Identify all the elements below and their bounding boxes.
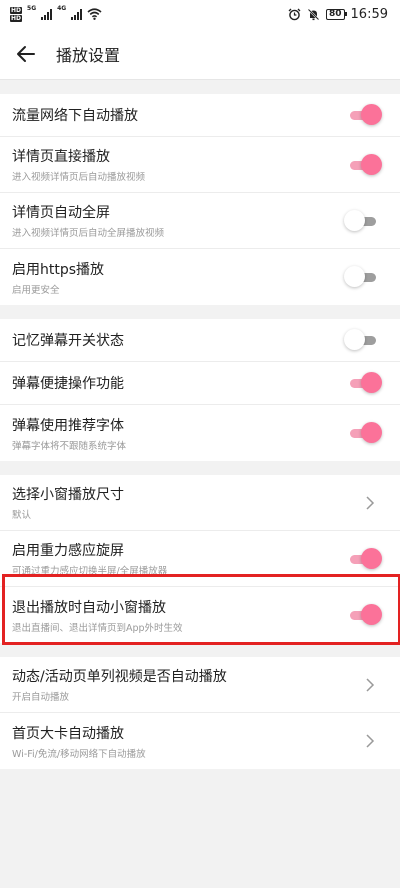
wifi-icon xyxy=(87,8,102,20)
https-toggle[interactable] xyxy=(344,266,378,288)
network-type-label: 4G xyxy=(57,4,67,12)
setting-subtitle: Wi-Fi/免流/移动网络下自动播放 xyxy=(12,748,146,760)
settings-section-miniplayer: 选择小窗播放尺寸 默认 启用重力感应旋屏 可通过重力感应切换半屏/全屏播放器 退… xyxy=(0,475,400,643)
battery-indicator: 80 xyxy=(326,8,347,20)
setting-row-dynamic-autoplay[interactable]: 动态/活动页单列视频是否自动播放 开启自动播放 xyxy=(0,657,400,713)
setting-title: 启用https播放 xyxy=(12,261,105,278)
setting-subtitle: 进入视频详情页后自动全屏播放视频 xyxy=(12,228,165,239)
setting-title: 首页大卡自动播放 xyxy=(12,725,124,742)
hd-badge: HD xyxy=(10,14,23,22)
alarm-icon xyxy=(288,8,301,20)
status-left: HD HD 5G 4G xyxy=(10,4,102,22)
setting-row-gravity-rotate[interactable]: 启用重力感应旋屏 可通过重力感应切换半屏/全屏播放器 xyxy=(0,531,400,587)
setting-title: 记忆弹幕开关状态 xyxy=(12,333,124,349)
setting-row-homecard-autoplay[interactable]: 首页大卡自动播放 Wi-Fi/免流/移动网络下自动播放 xyxy=(0,713,400,769)
mute-bell-icon xyxy=(307,8,320,20)
setting-row-https[interactable]: 启用https播放 启用更安全 xyxy=(0,249,400,305)
page-title: 播放设置 xyxy=(56,45,121,65)
setting-subtitle: 退出直播间、退出详情页到App外时生效 xyxy=(12,622,183,634)
back-arrow-icon[interactable] xyxy=(14,42,38,66)
app-header: 播放设置 xyxy=(0,28,400,80)
status-right: 80 16:59 xyxy=(288,7,388,22)
setting-title: 弹幕使用推荐字体 xyxy=(12,417,124,434)
setting-subtitle: 开启自动播放 xyxy=(12,692,70,703)
signal-icon xyxy=(71,8,83,20)
setting-row-exit-mini[interactable]: 退出播放时自动小窗播放 退出直播间、退出详情页到App外时生效 xyxy=(0,587,400,643)
setting-row-danmaku-memory[interactable]: 记忆弹幕开关状态 xyxy=(0,319,400,362)
setting-title: 详情页直接播放 xyxy=(12,149,110,165)
network-type-label: 5G xyxy=(27,4,37,12)
hd-badge: HD xyxy=(10,6,23,14)
setting-title: 流量网络下自动播放 xyxy=(12,108,138,124)
exit-mini-toggle[interactable] xyxy=(348,604,382,626)
setting-title: 弹幕便捷操作功能 xyxy=(12,376,124,392)
setting-subtitle: 启用更安全 xyxy=(12,284,60,296)
danmaku-memory-toggle[interactable] xyxy=(344,329,378,351)
setting-subtitle: 默认 xyxy=(12,510,32,521)
setting-title: 启用重力感应旋屏 xyxy=(12,543,124,559)
setting-title: 动态/活动页单列视频是否自动播放 xyxy=(12,669,227,685)
detail-fullscreen-toggle[interactable] xyxy=(344,209,378,232)
setting-row-detail-direct-play[interactable]: 详情页直接播放 进入视频详情页后自动播放视频 xyxy=(0,137,400,193)
setting-row-danmaku-font[interactable]: 弹幕使用推荐字体 弹幕字体将不跟随系统字体 xyxy=(0,405,400,461)
mobile-autoplay-toggle[interactable] xyxy=(348,104,382,126)
settings-section-autoplay: 动态/活动页单列视频是否自动播放 开启自动播放 首页大卡自动播放 Wi-Fi/免… xyxy=(0,657,400,769)
status-bar: HD HD 5G 4G 80 16:59 xyxy=(0,0,400,28)
setting-row-mobile-autoplay[interactable]: 流量网络下自动播放 xyxy=(0,94,400,137)
status-time: 16:59 xyxy=(350,6,388,22)
chevron-right-icon[interactable] xyxy=(364,495,376,511)
setting-row-detail-fullscreen[interactable]: 详情页自动全屏 进入视频详情页后自动全屏播放视频 xyxy=(0,193,400,249)
settings-section-danmaku: 记忆弹幕开关状态 弹幕便捷操作功能 弹幕使用推荐字体 弹幕字体将不跟随系统字体 xyxy=(0,319,400,461)
detail-direct-play-toggle[interactable] xyxy=(348,153,382,176)
signal-icon xyxy=(41,8,53,20)
danmaku-font-toggle[interactable] xyxy=(348,422,382,444)
setting-title: 详情页自动全屏 xyxy=(12,205,110,221)
setting-subtitle: 可通过重力感应切换半屏/全屏播放器 xyxy=(12,566,168,577)
setting-title: 选择小窗播放尺寸 xyxy=(12,487,124,503)
setting-subtitle: 进入视频详情页后自动播放视频 xyxy=(12,172,146,183)
chevron-right-icon[interactable] xyxy=(364,733,376,749)
gravity-rotate-toggle[interactable] xyxy=(348,547,382,570)
setting-row-danmaku-quick[interactable]: 弹幕便捷操作功能 xyxy=(0,362,400,405)
setting-row-mini-size[interactable]: 选择小窗播放尺寸 默认 xyxy=(0,475,400,531)
chevron-right-icon[interactable] xyxy=(364,677,376,693)
settings-section-network: 流量网络下自动播放 详情页直接播放 进入视频详情页后自动播放视频 详情页自动全屏… xyxy=(0,94,400,305)
setting-subtitle: 弹幕字体将不跟随系统字体 xyxy=(12,440,127,452)
hd-indicators: HD HD xyxy=(10,6,23,22)
danmaku-quick-toggle[interactable] xyxy=(348,372,382,394)
setting-title: 退出播放时自动小窗播放 xyxy=(12,599,166,616)
